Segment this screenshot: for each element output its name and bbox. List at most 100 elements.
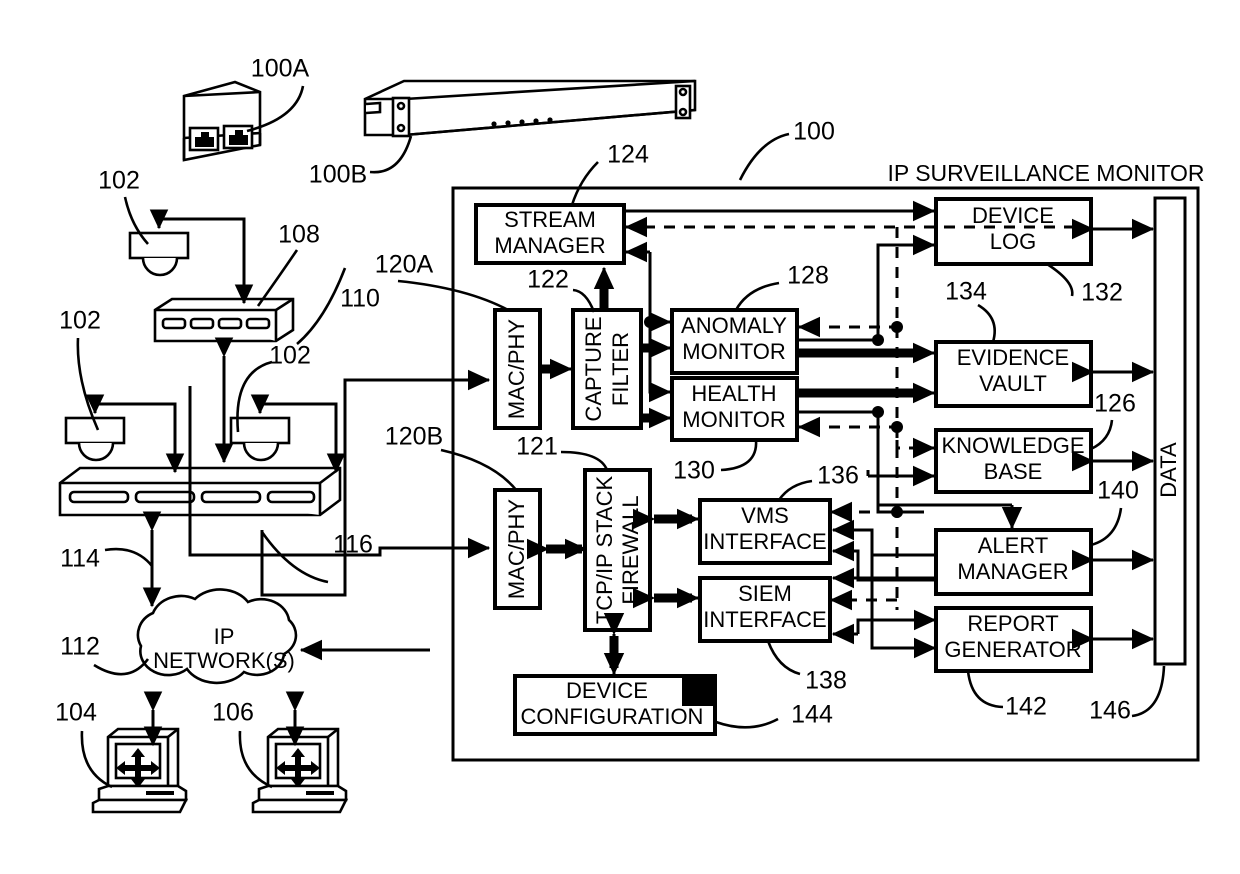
ref-120A: 120A	[375, 251, 434, 279]
device-workstation-106	[251, 727, 349, 814]
vms-line1: VMS	[741, 503, 789, 528]
ref-121: 121	[516, 433, 558, 461]
ref-132: 132	[1081, 279, 1123, 307]
report-line1: REPORT	[967, 611, 1058, 636]
ref-102-top: 102	[98, 167, 140, 195]
figure-svg: 100A 100B 102 108 102 102 IP NETWORK(S) …	[55, 55, 1205, 814]
ref-140: 140	[1097, 477, 1139, 505]
ref-146: 146	[1089, 697, 1131, 725]
leader-128	[734, 281, 780, 311]
ref-120B: 120B	[385, 423, 443, 451]
leader-136	[777, 479, 813, 501]
ref-112: 112	[60, 633, 100, 661]
ref-110: 110	[340, 285, 380, 313]
device-workstation-104	[91, 727, 189, 814]
ref-114: 114	[60, 545, 100, 573]
ref-108: 108	[278, 221, 320, 249]
link-capture-to-health-1	[648, 322, 662, 394]
patent-figure-page: 100A 100B 102 108 102 102 IP NETWORK(S) …	[0, 0, 1240, 874]
device-config-line2: CONFIGURATION	[521, 704, 704, 729]
link-dashed-to-knowledge	[895, 440, 912, 450]
firewall-line2: FIREWALL	[618, 495, 643, 604]
anomaly-line1: ANOMALY	[681, 313, 787, 338]
ref-102-right: 102	[269, 342, 311, 370]
ref-138: 138	[805, 667, 847, 695]
ref-126: 126	[1094, 390, 1136, 418]
stream-manager-line2: MANAGER	[494, 233, 605, 258]
ref-100B: 100B	[309, 161, 367, 189]
evidence-line1: EVIDENCE	[957, 345, 1069, 370]
figure-title: IP SURVEILLANCE MONITOR	[888, 160, 1205, 186]
capture-filter-line1: CAPTURE	[581, 316, 606, 421]
leader-144	[715, 717, 779, 729]
leader-121	[560, 450, 609, 471]
ref-100A: 100A	[251, 55, 310, 83]
junction-dot-dashed-anomaly	[891, 321, 903, 333]
junction-dot-dashed-health	[891, 421, 903, 433]
device-dome-camera-right	[229, 416, 291, 462]
leader-126	[1090, 419, 1114, 451]
leader-100B	[369, 135, 413, 174]
leader-130	[720, 439, 758, 472]
alert-line2: MANAGER	[957, 559, 1068, 584]
ref-124: 124	[607, 141, 649, 169]
cloud-label-line1: IP	[214, 624, 235, 649]
link-siem-to-report-1	[856, 618, 926, 634]
leader-112	[93, 658, 150, 676]
leader-114	[104, 547, 154, 567]
leader-124	[570, 161, 599, 206]
leader-102-left	[76, 337, 100, 431]
capture-filter-line2: FILTER	[608, 332, 633, 406]
junction-dot-dashed-vms	[891, 506, 903, 518]
ref-106: 106	[212, 699, 254, 727]
health-line1: HEALTH	[691, 381, 776, 406]
leader-140	[1090, 507, 1123, 547]
health-line2: MONITOR	[682, 407, 785, 432]
ref-128: 128	[787, 262, 829, 290]
ref-134: 134	[945, 278, 987, 306]
report-line2: GENERATOR	[944, 637, 1081, 662]
link-vms-to-report	[870, 555, 926, 650]
device-log-line2: LOG	[990, 229, 1036, 254]
link-alert-to-vms-1	[848, 528, 935, 557]
leader-146	[1131, 665, 1166, 718]
ref-130: 130	[673, 457, 715, 485]
stream-manager-line1: STREAM	[504, 207, 596, 232]
ref-144: 144	[791, 701, 833, 729]
knowledge-line1: KNOWLEDGE	[941, 433, 1084, 458]
ref-102-left: 102	[59, 307, 101, 335]
device-config-line1: DEVICE	[566, 678, 648, 703]
device-switch-lower	[58, 466, 342, 517]
leader-142	[966, 670, 1004, 709]
mac-phy-b-label: MAC/PHY	[504, 499, 529, 600]
device-log-line1: DEVICE	[972, 203, 1054, 228]
anomaly-line2: MONITOR	[682, 339, 785, 364]
leader-134	[977, 303, 996, 343]
ref-100: 100	[793, 118, 835, 146]
device-config-indicator	[682, 678, 713, 706]
leader-108	[256, 249, 299, 307]
alert-line1: ALERT	[978, 533, 1049, 558]
device-dome-camera-top	[128, 231, 190, 277]
data-bus-label: DATA	[1156, 442, 1181, 498]
siem-line1: SIEM	[738, 581, 792, 606]
evidence-line2: VAULT	[979, 371, 1047, 396]
knowledge-line2: BASE	[984, 459, 1043, 484]
leader-116	[260, 531, 329, 584]
vms-line2: INTERFACE	[703, 529, 826, 554]
cloud-label-line2: NETWORK(S)	[153, 648, 295, 673]
device-network-appliance-small	[182, 80, 262, 162]
firewall-line1: TCP/IP STACK	[592, 476, 617, 625]
data-bus	[1153, 196, 1187, 666]
device-rack-appliance	[363, 79, 697, 138]
ref-142: 142	[1005, 693, 1047, 721]
junction-dot-anomaly-out	[872, 334, 884, 346]
ref-104: 104	[55, 699, 97, 727]
leader-110	[296, 267, 347, 345]
siem-line2: INTERFACE	[703, 607, 826, 632]
leader-100	[738, 132, 790, 181]
mac-phy-a-label: MAC/PHY	[504, 319, 529, 420]
ref-122: 122	[527, 266, 569, 294]
device-switch-upper	[153, 297, 295, 343]
leader-132	[1046, 262, 1074, 297]
